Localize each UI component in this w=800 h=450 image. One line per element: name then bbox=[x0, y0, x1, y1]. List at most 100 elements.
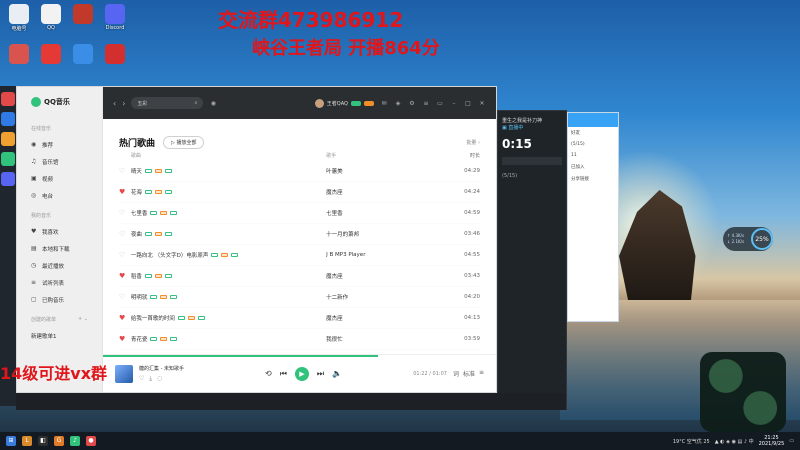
desktop-icon[interactable] bbox=[66, 4, 100, 25]
sidebar-item[interactable]: ▢ 已购音乐 bbox=[17, 291, 102, 308]
table-row[interactable]: ♥ 花海 魔杰座 04:24 bbox=[119, 182, 480, 203]
qq-icon[interactable] bbox=[41, 4, 61, 24]
notification-icon[interactable]: ▭ bbox=[789, 438, 794, 444]
table-row[interactable]: ♥ 给我一首歌的时间 魔杰座 04:13 bbox=[119, 308, 480, 329]
song-artist[interactable]: 魔杰座 bbox=[326, 272, 440, 280]
song-title[interactable]: 夜曲 bbox=[131, 230, 142, 238]
song-artist[interactable]: 我很忙 bbox=[326, 335, 440, 343]
start-icon[interactable]: ⊞ bbox=[6, 436, 16, 446]
mv-tag-icon[interactable] bbox=[231, 253, 239, 257]
app-icon[interactable] bbox=[1, 152, 15, 166]
red-app-icon[interactable] bbox=[105, 44, 125, 64]
song-title[interactable]: 一路向北 （头文字D）电影原声 bbox=[131, 251, 209, 259]
voice-search-icon[interactable]: ◉ bbox=[209, 100, 217, 107]
app-icon[interactable] bbox=[9, 44, 29, 64]
mv-tag-icon[interactable] bbox=[197, 316, 205, 320]
desktop-icon[interactable]: QQ bbox=[34, 4, 68, 31]
like-icon[interactable]: ♡ bbox=[119, 251, 131, 259]
sidebar-item[interactable]: ♥ 我喜欢 bbox=[17, 223, 102, 240]
like-icon[interactable]: ♥ bbox=[119, 272, 131, 280]
avatar[interactable] bbox=[314, 98, 324, 108]
song-artist[interactable]: 魔杰座 bbox=[326, 314, 440, 322]
taskbar-app-icon[interactable]: L bbox=[22, 436, 32, 446]
chat-title-bar[interactable] bbox=[568, 113, 618, 127]
song-title[interactable]: 青花瓷 bbox=[131, 335, 148, 343]
desktop-icon[interactable] bbox=[2, 44, 36, 65]
song-title[interactable]: 花海 bbox=[131, 188, 142, 196]
table-row[interactable]: ♥ 青花瓷 我很忙 03:59 bbox=[119, 329, 480, 350]
play-button[interactable]: ▶ bbox=[294, 366, 309, 381]
app-icon[interactable] bbox=[1, 92, 15, 106]
song-title[interactable]: 稻香 bbox=[131, 272, 142, 280]
like-icon[interactable]: ♥ bbox=[119, 188, 131, 196]
add-playlist-icon[interactable]: + ⌄ bbox=[78, 316, 88, 323]
quality-label[interactable]: 标准 bbox=[463, 369, 475, 378]
desktop-icon[interactable] bbox=[66, 44, 100, 65]
close-icon[interactable]: ✕ bbox=[478, 100, 486, 107]
app-icon[interactable] bbox=[1, 172, 15, 186]
song-artist[interactable]: J B MP3 Player bbox=[326, 252, 440, 258]
like-icon[interactable]: ♥ bbox=[119, 314, 131, 322]
music-app-icon[interactable] bbox=[41, 44, 61, 64]
desktop-icon[interactable] bbox=[98, 44, 132, 65]
app-icon[interactable] bbox=[1, 132, 15, 146]
stream-toolbar[interactable] bbox=[502, 157, 562, 165]
song-title[interactable]: 给我一首歌的时间 bbox=[131, 314, 175, 322]
desktop-icon[interactable] bbox=[34, 44, 68, 65]
sidebar-item[interactable]: ◎ 电台 bbox=[17, 187, 102, 204]
like-icon[interactable]: ♡ bbox=[119, 293, 131, 301]
taskbar-app-icon[interactable]: G bbox=[54, 436, 64, 446]
search-input[interactable]: 五彩 ⌕ bbox=[131, 97, 204, 109]
taskbar-app-icon[interactable]: ◧ bbox=[38, 436, 48, 446]
sidebar-item[interactable]: ≡ 试听列表 bbox=[17, 274, 102, 291]
mv-tag-icon[interactable] bbox=[164, 190, 172, 194]
taskbar-app-icon[interactable]: ● bbox=[86, 436, 96, 446]
network-speed-widget[interactable]: ↑ 4.3K/s ↓ 2.1K/s 25% bbox=[723, 227, 773, 251]
song-title[interactable]: 明明就 bbox=[131, 293, 148, 301]
weather-text[interactable]: 19°C 空气优 25 bbox=[673, 438, 710, 445]
mv-tag-icon[interactable] bbox=[164, 232, 172, 236]
settings-icon[interactable]: ⚙ bbox=[408, 100, 416, 107]
sidebar-item[interactable]: ▣ 视频 bbox=[17, 170, 102, 187]
now-playing-title[interactable]: 糖的汇集 - 未知歌手 bbox=[139, 365, 219, 372]
mv-tag-icon[interactable] bbox=[164, 274, 172, 278]
song-title[interactable]: 七里香 bbox=[131, 209, 148, 217]
menu-icon[interactable]: ≡ bbox=[422, 100, 430, 107]
table-row[interactable]: ♡ 七里香 七里香 04:59 bbox=[119, 203, 480, 224]
like-icon[interactable]: ♥ bbox=[119, 335, 131, 343]
app-icon[interactable] bbox=[1, 112, 15, 126]
lyrics-icon[interactable]: 词 bbox=[453, 369, 459, 378]
mv-tag-icon[interactable] bbox=[170, 211, 178, 215]
table-row[interactable]: ♡ 晴天 叶蕙美 04:29 bbox=[119, 161, 480, 182]
tray-icons[interactable]: ▲ ◐ ◈ ◉ ▤ ♪ 中 bbox=[715, 438, 754, 445]
play-all-button[interactable]: ▷ 播放全部 bbox=[163, 135, 205, 149]
song-artist[interactable]: 叶蕙美 bbox=[326, 167, 440, 175]
album-cover[interactable] bbox=[115, 364, 133, 383]
sidebar-item[interactable]: ♫ 音乐馆 bbox=[17, 153, 102, 170]
download-icon[interactable]: ⤓ bbox=[149, 375, 152, 383]
song-artist[interactable]: 魔杰座 bbox=[326, 188, 440, 196]
like-icon[interactable]: ♡ bbox=[119, 167, 131, 175]
song-title[interactable]: 晴天 bbox=[131, 167, 142, 175]
progress-bar[interactable] bbox=[103, 355, 379, 357]
user-profile[interactable]: 王者QAQ bbox=[314, 98, 374, 108]
mini-mode-icon[interactable]: ▭ bbox=[436, 100, 444, 107]
sidebar-item[interactable]: ◷ 最近播放 bbox=[17, 257, 102, 274]
comment-icon[interactable]: ◌ bbox=[157, 375, 162, 383]
skin-icon[interactable]: ◈ bbox=[394, 100, 402, 107]
table-row[interactable]: ♡ 明明就 十二新作 04:20 bbox=[119, 287, 480, 308]
computer-icon[interactable] bbox=[9, 4, 29, 24]
minimize-icon[interactable]: – bbox=[450, 100, 458, 107]
batch-manage-button[interactable]: 批量 › bbox=[466, 139, 480, 146]
next-icon[interactable]: ⏭ bbox=[317, 369, 324, 379]
qq-contact-icon[interactable] bbox=[73, 44, 93, 64]
search-icon[interactable]: ⌕ bbox=[195, 100, 198, 106]
forward-icon[interactable]: › bbox=[122, 99, 125, 108]
song-artist[interactable]: 十一月的萧邦 bbox=[326, 230, 440, 238]
song-artist[interactable]: 七里香 bbox=[326, 209, 440, 217]
taskbar-app-icon[interactable]: ♪ bbox=[70, 436, 80, 446]
loop-icon[interactable]: ⟲ bbox=[265, 369, 272, 378]
playlist-icon[interactable]: ≡ bbox=[479, 369, 484, 378]
like-icon[interactable]: ♡ bbox=[119, 209, 131, 217]
sidebar-item[interactable]: ◉ 推荐 bbox=[17, 136, 102, 153]
